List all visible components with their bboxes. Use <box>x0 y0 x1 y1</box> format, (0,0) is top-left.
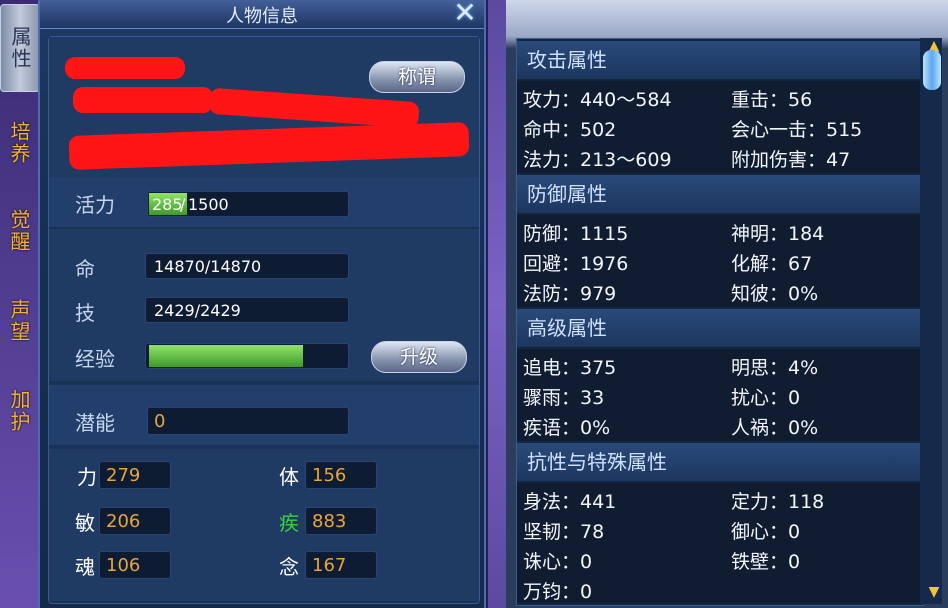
skill-value: 2429/2429 <box>145 297 349 323</box>
stat-label-strength: 力 <box>77 465 97 489</box>
stat-value-speed: 883 <box>305 507 377 535</box>
section-body-resistance: 身法：441 定力：118 坚韧：78 御心：0 诛心：0 铁壁：0 万钧：0 <box>517 483 923 603</box>
section-body-attack: 攻力：440～584 重击：56 命中：502 会心一击：515 法力：213～… <box>517 81 923 173</box>
attr-item: 知彼：0% <box>731 283 819 305</box>
vitality-label: 活力 <box>75 193 115 217</box>
attr-item: 命中：502 <box>523 119 617 141</box>
attr-item: 附加伤害：47 <box>731 149 851 171</box>
stat-label-agility: 敏 <box>75 511 95 535</box>
attributes-list[interactable]: 攻击属性 攻力：440～584 重击：56 命中：502 会心一击：515 法力… <box>516 38 924 606</box>
tab-reputation[interactable]: 声望 <box>0 286 38 356</box>
attr-item: 御心：0 <box>731 521 801 543</box>
attr-item: 明思：4% <box>731 357 819 379</box>
stat-label-speed: 疾 <box>279 511 299 535</box>
section-header-advanced: 高级属性 <box>517 309 923 347</box>
tab-label: 声望 <box>7 299 31 343</box>
tab-label: 觉醒 <box>7 209 31 253</box>
title-bar: 人物信息 ✕ <box>40 0 484 29</box>
section-header-defense: 防御属性 <box>517 175 923 213</box>
vitality-slash: / <box>180 195 186 214</box>
attr-item: 定力：118 <box>731 491 825 513</box>
attr-item: 追电：375 <box>523 357 617 379</box>
attr-item: 重击：56 <box>731 89 813 111</box>
section-body-advanced: 追电：375 明思：4% 骤雨：33 扰心：0 疾语：0% 人祸：0% <box>517 349 923 441</box>
upgrade-button[interactable]: 升级 <box>371 341 467 373</box>
redacted-area <box>73 87 213 113</box>
scrollbar-track[interactable] <box>920 38 942 604</box>
vitality-max: 1500 <box>188 195 229 214</box>
section-header-attack: 攻击属性 <box>517 41 923 79</box>
title-button[interactable]: 称谓 <box>369 61 465 93</box>
scrollbar-thumb[interactable] <box>923 50 941 90</box>
attr-item: 铁壁：0 <box>731 551 801 573</box>
attr-item: 万钧：0 <box>523 581 593 603</box>
close-icon[interactable]: ✕ <box>450 0 480 28</box>
info-content: 称谓 活力 285/1500 命 14870/14870 技 2429/2429… <box>48 36 480 604</box>
attr-item: 攻力：440～584 <box>523 89 672 111</box>
stat-label-mind: 念 <box>279 555 299 579</box>
attr-item: 诛心：0 <box>523 551 593 573</box>
attr-item: 神明：184 <box>731 223 825 245</box>
attr-item: 化解：67 <box>731 253 813 275</box>
hp-value: 14870/14870 <box>145 253 349 279</box>
tab-cultivate[interactable]: 培养 <box>0 108 38 178</box>
stat-value-constitution: 156 <box>305 461 377 489</box>
experience-fill <box>149 345 303 367</box>
stat-value-mind: 167 <box>305 551 377 579</box>
character-info-panel: 人物信息 ✕ 称谓 活力 285/1500 命 14870/14870 技 24… <box>38 0 486 608</box>
tab-attributes[interactable]: 属性 <box>0 4 40 92</box>
stat-label-soul: 魂 <box>75 555 95 579</box>
hp-label: 命 <box>75 257 95 281</box>
tab-awaken[interactable]: 觉醒 <box>0 196 38 266</box>
attr-item: 回避：1976 <box>523 253 629 275</box>
experience-bar <box>145 343 349 369</box>
panel-divider <box>488 0 506 608</box>
redacted-area <box>65 57 185 79</box>
tab-label: 属性 <box>8 26 32 70</box>
attr-item: 法防：979 <box>523 283 617 305</box>
attr-item: 疾语：0% <box>523 417 611 439</box>
tab-label: 培养 <box>7 121 31 165</box>
attr-item: 扰心：0 <box>731 387 801 409</box>
experience-label: 经验 <box>75 347 115 371</box>
tab-protection[interactable]: 加护 <box>0 376 38 446</box>
section-body-defense: 防御：1115 神明：184 回避：1976 化解：67 法防：979 知彼：0… <box>517 215 923 307</box>
potential-label: 潜能 <box>75 411 115 435</box>
vitality-current: 285 <box>152 195 183 214</box>
potential-value: 0 <box>147 407 349 435</box>
stat-value-agility: 206 <box>99 507 171 535</box>
skill-label: 技 <box>75 301 95 325</box>
section-header-resistance: 抗性与特殊属性 <box>517 443 923 481</box>
stat-value-strength: 279 <box>99 461 171 489</box>
attr-item: 会心一击：515 <box>731 119 863 141</box>
vitality-bar: 285/1500 <box>147 191 349 217</box>
attr-item: 骤雨：33 <box>523 387 605 409</box>
attr-item: 身法：441 <box>523 491 617 513</box>
attr-item: 法力：213～609 <box>523 149 672 171</box>
stat-label-constitution: 体 <box>279 465 299 489</box>
attr-item: 人祸：0% <box>731 417 819 439</box>
attr-item: 坚韧：78 <box>523 521 605 543</box>
tab-label: 加护 <box>7 389 31 433</box>
stat-value-soul: 106 <box>99 551 171 579</box>
attr-item: 防御：1115 <box>523 223 629 245</box>
attributes-panel: 攻击属性 攻力：440～584 重击：56 命中：502 会心一击：515 法力… <box>506 0 948 608</box>
window-title: 人物信息 <box>226 6 298 27</box>
arrow-down-icon[interactable]: ▼ <box>926 585 942 599</box>
